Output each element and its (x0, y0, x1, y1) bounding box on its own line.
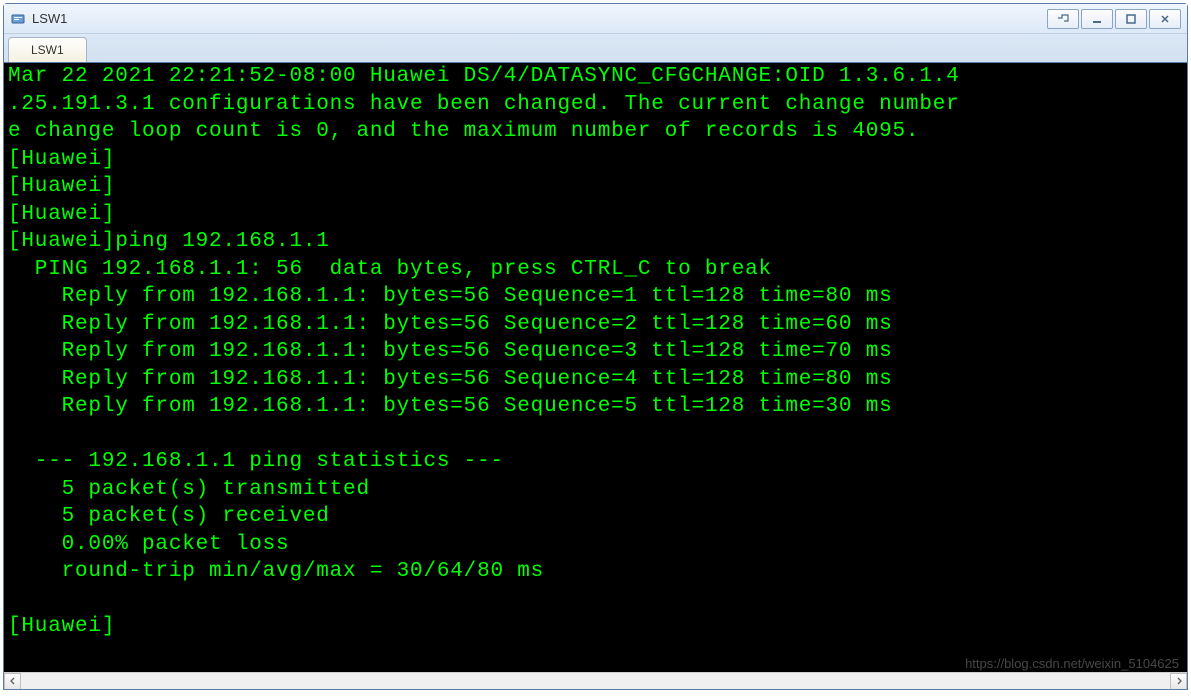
restore-down-button[interactable] (1047, 9, 1079, 29)
minimize-button[interactable] (1081, 9, 1113, 29)
scroll-track[interactable] (21, 673, 1170, 690)
titlebar[interactable]: LSW1 (4, 4, 1187, 34)
tab-bar: LSW1 (4, 34, 1187, 62)
scroll-right-button[interactable] (1170, 673, 1187, 690)
tab-label: LSW1 (31, 43, 64, 57)
terminal-output: Mar 22 2021 22:21:52-08:00 Huawei DS/4/D… (4, 63, 1187, 641)
window-title: LSW1 (32, 11, 1047, 26)
terminal[interactable]: Mar 22 2021 22:21:52-08:00 Huawei DS/4/D… (4, 62, 1187, 689)
window-controls (1047, 9, 1181, 29)
scroll-left-button[interactable] (4, 673, 21, 690)
tab-lsw1[interactable]: LSW1 (8, 37, 87, 62)
app-icon (10, 11, 26, 27)
close-button[interactable] (1149, 9, 1181, 29)
horizontal-scrollbar[interactable] (4, 672, 1187, 689)
watermark: https://blog.csdn.net/weixin_5104625 (965, 656, 1179, 671)
app-window: LSW1 LSW1 Mar 22 2021 22:21:52-08:00 Hua… (3, 3, 1188, 690)
maximize-button[interactable] (1115, 9, 1147, 29)
